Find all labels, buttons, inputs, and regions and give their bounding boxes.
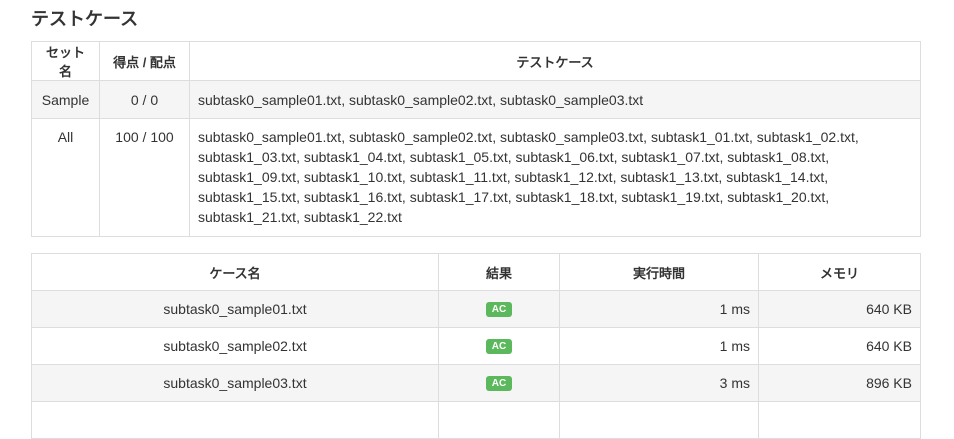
exec-time: 1 ms — [559, 327, 759, 365]
testcase-name: subtask1_07.txt — [621, 149, 720, 165]
testcase-name: subtask1_15.txt — [198, 189, 297, 205]
result-badge: AC — [485, 376, 513, 392]
list-separator: , — [401, 169, 410, 185]
header-result: 結果 — [438, 253, 560, 291]
memory-usage: 640 KB — [758, 290, 921, 328]
list-separator: , — [825, 149, 830, 165]
set-name: All — [31, 118, 100, 237]
testcase-name: subtask1_08.txt — [727, 149, 826, 165]
set-row-sample: Sample 0 / 0 subtask0_sample01.txt, subt… — [31, 80, 921, 119]
memory-usage: 896 KB — [758, 364, 921, 402]
testcase-name: subtask1_03.txt — [198, 149, 297, 165]
testcase-name: subtask1_12.txt — [514, 169, 613, 185]
list-separator: , — [506, 169, 515, 185]
set-row-all: All 100 / 100 subtask0_sample01.txt, sub… — [31, 118, 921, 237]
list-separator: , — [507, 149, 516, 165]
list-separator: , — [643, 129, 651, 145]
header-score: 得点 / 配点 — [99, 41, 190, 81]
header-case-name: ケース名 — [31, 253, 439, 291]
testcase-name: subtask0_sample03.txt — [499, 129, 644, 145]
list-separator: , — [492, 129, 500, 145]
list-separator: , — [492, 92, 500, 108]
memory-usage: 640 KB — [758, 327, 921, 365]
testcase-name: subtask1_05.txt — [409, 149, 508, 165]
case-name: subtask0_sample03.txt — [31, 364, 439, 402]
set-testcase-list: subtask0_sample01.txt, subtask0_sample02… — [189, 118, 921, 237]
result-badge: AC — [485, 339, 513, 355]
testcase-sets-table: セット名 得点 / 配点 テストケース Sample 0 / 0 subtask… — [31, 41, 921, 237]
list-separator: , — [296, 169, 304, 185]
testcase-name: subtask1_01.txt — [650, 129, 750, 145]
testcase-name: subtask1_02.txt — [756, 129, 855, 145]
testcase-name: subtask1_13.txt — [620, 169, 719, 185]
testcase-name: subtask1_21.txt — [198, 209, 297, 225]
testcase-name: subtask1_19.txt — [621, 189, 720, 205]
testcase-name: subtask1_10.txt — [303, 169, 402, 185]
list-separator: , — [296, 189, 304, 205]
testcase-name: subtask1_20.txt — [727, 189, 826, 205]
testcase-name: subtask0_sample01.txt — [198, 92, 342, 108]
table-row: subtask0_sample02.txt AC 1 ms 640 KB — [31, 327, 921, 365]
case-results-table: ケース名 結果 実行時間 メモリ subtask0_sample01.txt A… — [31, 253, 921, 439]
list-separator: , — [824, 169, 829, 185]
testcase-name: subtask1_17.txt — [409, 189, 508, 205]
sets-header-row: セット名 得点 / 配点 テストケース — [31, 41, 921, 81]
result-badge: AC — [485, 302, 513, 318]
set-score: 100 / 100 — [99, 118, 190, 237]
list-separator: , — [507, 189, 516, 205]
testcase-name: subtask0_sample01.txt — [198, 129, 342, 145]
header-memory: メモリ — [758, 253, 921, 291]
testcase-name: subtask1_18.txt — [515, 189, 614, 205]
exec-time: 1 ms — [559, 290, 759, 328]
testcase-name: subtask1_11.txt — [409, 169, 507, 185]
case-name: subtask0_sample01.txt — [31, 290, 439, 328]
set-testcase-list: subtask0_sample01.txt, subtask0_sample02… — [189, 80, 921, 119]
table-row: subtask0_sample01.txt AC 1 ms 640 KB — [31, 290, 921, 328]
results-header-row: ケース名 結果 実行時間 メモリ — [31, 253, 921, 291]
header-exec-time: 実行時間 — [559, 253, 759, 291]
list-separator: , — [341, 129, 349, 145]
testcase-name: subtask0_sample02.txt — [348, 129, 493, 145]
list-separator: , — [296, 209, 304, 225]
list-separator: , — [854, 129, 859, 145]
testcase-name: subtask1_06.txt — [515, 149, 614, 165]
section-title: テストケース — [31, 9, 139, 29]
set-name: Sample — [31, 80, 100, 119]
testcase-name: subtask0_sample02.txt — [348, 92, 493, 108]
testcase-name: subtask1_16.txt — [303, 189, 402, 205]
header-set-name: セット名 — [31, 41, 100, 81]
case-name: subtask0_sample02.txt — [31, 327, 439, 365]
list-separator: , — [296, 149, 304, 165]
table-row: subtask0_sample03.txt AC 3 ms 896 KB — [31, 364, 921, 402]
list-separator: , — [825, 189, 830, 205]
list-separator: , — [749, 129, 757, 145]
testcase-name: subtask1_14.txt — [726, 169, 825, 185]
list-separator: , — [401, 149, 410, 165]
exec-time: 3 ms — [559, 364, 759, 402]
list-separator: , — [401, 189, 410, 205]
testcase-name: subtask1_09.txt — [198, 169, 297, 185]
table-row — [31, 401, 921, 439]
header-testcases: テストケース — [189, 41, 921, 81]
testcase-name: subtask1_22.txt — [303, 209, 402, 225]
testcase-name: subtask1_04.txt — [303, 149, 402, 165]
list-separator: , — [341, 92, 349, 108]
testcase-name: subtask0_sample03.txt — [499, 92, 644, 108]
set-score: 0 / 0 — [99, 80, 190, 119]
